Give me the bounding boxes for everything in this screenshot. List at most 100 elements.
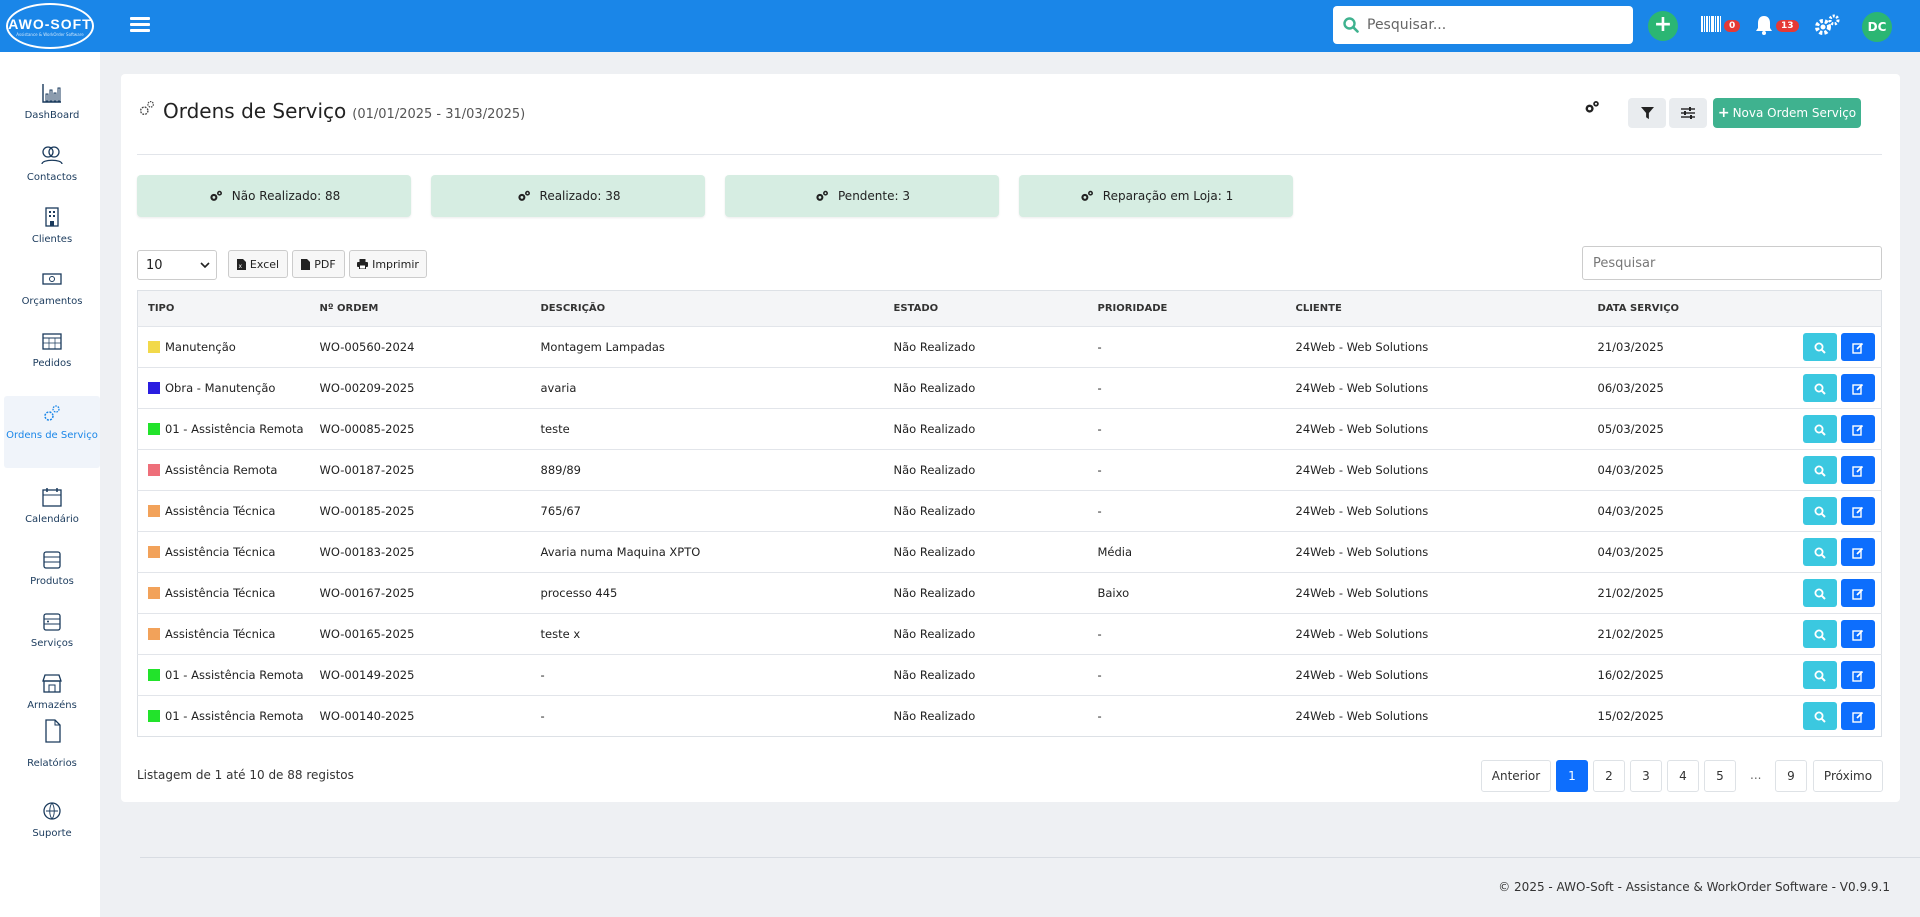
- cell-estado: Não Realizado: [893, 422, 976, 436]
- cell-tipo: 01 - Assistência Remota: [138, 655, 310, 696]
- edit-button[interactable]: [1841, 702, 1875, 730]
- sidebar-item-relatorios[interactable]: Relatórios: [4, 718, 100, 769]
- menu-toggle-icon[interactable]: [130, 14, 150, 34]
- view-button[interactable]: [1803, 456, 1837, 484]
- cell-cliente: 24Web - Web Solutions: [1295, 340, 1429, 354]
- pagination-page[interactable]: 4: [1667, 760, 1699, 792]
- view-button[interactable]: [1803, 661, 1837, 689]
- edit-button[interactable]: [1841, 620, 1875, 648]
- sliders-icon: [1681, 107, 1695, 119]
- column-header-cliente[interactable]: CLIENTE: [1286, 291, 1588, 327]
- column-header-estado[interactable]: ESTADO: [884, 291, 1088, 327]
- column-header-prioridade[interactable]: PRIORIDADE: [1088, 291, 1286, 327]
- sidebar-item-contactos[interactable]: Contactos: [4, 144, 100, 183]
- column-header-ordem[interactable]: Nº ORDEM: [310, 291, 531, 327]
- filter-button[interactable]: [1628, 98, 1666, 128]
- edit-button[interactable]: [1841, 661, 1875, 689]
- app-logo[interactable]: AWO-SOFT Assistance & WorkOrder Software: [6, 3, 94, 49]
- view-button[interactable]: [1803, 415, 1837, 443]
- cell-data: 04/03/2025: [1597, 504, 1664, 518]
- notifications-badge: 13: [1776, 20, 1799, 32]
- sidebar-item-armazens[interactable]: Armazéns: [4, 672, 100, 711]
- export-excel-button[interactable]: x Excel: [228, 250, 288, 278]
- search-icon: [1814, 629, 1826, 641]
- stat-nao-realizado[interactable]: Não Realizado: 88: [137, 175, 411, 217]
- new-work-order-button[interactable]: + Nova Ordem Serviço: [1713, 98, 1861, 128]
- cell-estado: Não Realizado: [893, 504, 976, 518]
- cell-tipo-text: 01 - Assistência Remota: [165, 668, 304, 682]
- type-color-swatch: [148, 546, 160, 558]
- sidebar-item-servicos[interactable]: Serviços: [4, 610, 100, 649]
- cell-tipo-text: Manutenção: [165, 340, 236, 354]
- edit-button[interactable]: [1841, 538, 1875, 566]
- pagination-previous[interactable]: Anterior: [1481, 760, 1551, 792]
- column-header-descricao[interactable]: DESCRIÇÃO: [531, 291, 884, 327]
- sidebar-item-produtos[interactable]: Produtos: [4, 548, 100, 587]
- columns-settings-button[interactable]: [1669, 98, 1707, 128]
- pagination-page[interactable]: 1: [1556, 760, 1588, 792]
- sidebar-item-dashboard[interactable]: DashBoard: [4, 82, 100, 121]
- table-search-input[interactable]: [1582, 246, 1882, 280]
- settings-gears-icon[interactable]: [1814, 14, 1840, 39]
- view-button[interactable]: [1803, 538, 1837, 566]
- stat-reparacao-loja[interactable]: Reparação em Loja: 1: [1019, 175, 1293, 217]
- cell-tipo: Manutenção: [138, 327, 310, 368]
- sidebar-item-clientes[interactable]: Clientes: [4, 206, 100, 245]
- view-button[interactable]: [1803, 579, 1837, 607]
- column-header-data[interactable]: DATA SERVIÇO: [1588, 291, 1788, 327]
- cell-prioridade: -: [1097, 668, 1102, 682]
- view-button[interactable]: [1803, 374, 1837, 402]
- edit-button[interactable]: [1841, 415, 1875, 443]
- edit-button[interactable]: [1841, 374, 1875, 402]
- settings-gears-button[interactable]: [1583, 99, 1609, 125]
- page-title-text: Ordens de Serviço: [163, 99, 347, 123]
- sidebar-item-calendario[interactable]: Calendário: [4, 486, 100, 525]
- cell-estado: Não Realizado: [893, 668, 976, 682]
- cell-descricao: 889/89: [540, 463, 581, 477]
- view-button[interactable]: [1803, 702, 1837, 730]
- sidebar-item-suporte[interactable]: Suporte: [4, 800, 100, 839]
- pagination-page-last[interactable]: 9: [1775, 760, 1807, 792]
- cell-ordem: WO-00149-2025: [319, 668, 415, 682]
- sidebar-item-orcamentos[interactable]: Orçamentos: [4, 268, 100, 307]
- type-color-swatch: [148, 587, 160, 599]
- pagination-next[interactable]: Próximo: [1813, 760, 1883, 792]
- global-search: [1333, 6, 1633, 44]
- edit-icon: [1852, 506, 1864, 518]
- edit-button[interactable]: [1841, 333, 1875, 361]
- print-button[interactable]: Imprimir: [349, 250, 427, 278]
- filter-icon: [1640, 106, 1654, 119]
- table-row: Obra - Manutenção WO-00209-2025 avaria Não …: [137, 367, 1882, 409]
- sidebar-item-pedidos[interactable]: Pedidos: [4, 330, 100, 369]
- bell-icon[interactable]: [1755, 15, 1773, 38]
- cell-prioridade: Baixo: [1097, 586, 1130, 600]
- edit-button[interactable]: [1841, 579, 1875, 607]
- sidebar-item-ordens-servico[interactable]: Ordens de Serviço: [4, 396, 100, 468]
- view-button[interactable]: [1803, 620, 1837, 648]
- cell-ordem: WO-00185-2025: [319, 504, 415, 518]
- search-icon: [1814, 465, 1826, 477]
- cell-descricao: processo 445: [540, 586, 618, 600]
- stat-realizado[interactable]: Realizado: 38: [431, 175, 705, 217]
- quick-add-button[interactable]: +: [1648, 11, 1678, 41]
- page-size-select[interactable]: 10: [137, 250, 217, 280]
- barcode-icon[interactable]: [1701, 16, 1721, 35]
- stat-pendente[interactable]: Pendente: 3: [725, 175, 999, 217]
- cell-estado: Não Realizado: [893, 381, 976, 395]
- pagination-page[interactable]: 5: [1704, 760, 1736, 792]
- pagination-page[interactable]: 2: [1593, 760, 1625, 792]
- edit-button[interactable]: [1841, 497, 1875, 525]
- user-avatar[interactable]: DC: [1862, 12, 1892, 42]
- cell-cliente: 24Web - Web Solutions: [1295, 504, 1429, 518]
- global-search-input[interactable]: [1367, 17, 1617, 33]
- cell-actions: [1788, 573, 1882, 614]
- edit-button[interactable]: [1841, 456, 1875, 484]
- column-header-tipo[interactable]: TIPO: [138, 291, 310, 327]
- type-color-swatch: [148, 669, 160, 681]
- pagination-page[interactable]: 3: [1630, 760, 1662, 792]
- view-button[interactable]: [1803, 497, 1837, 525]
- view-button[interactable]: [1803, 333, 1837, 361]
- export-pdf-button[interactable]: PDF: [292, 250, 345, 278]
- footer-divider: [140, 857, 1920, 858]
- cell-ordem: WO-00183-2025: [319, 545, 415, 559]
